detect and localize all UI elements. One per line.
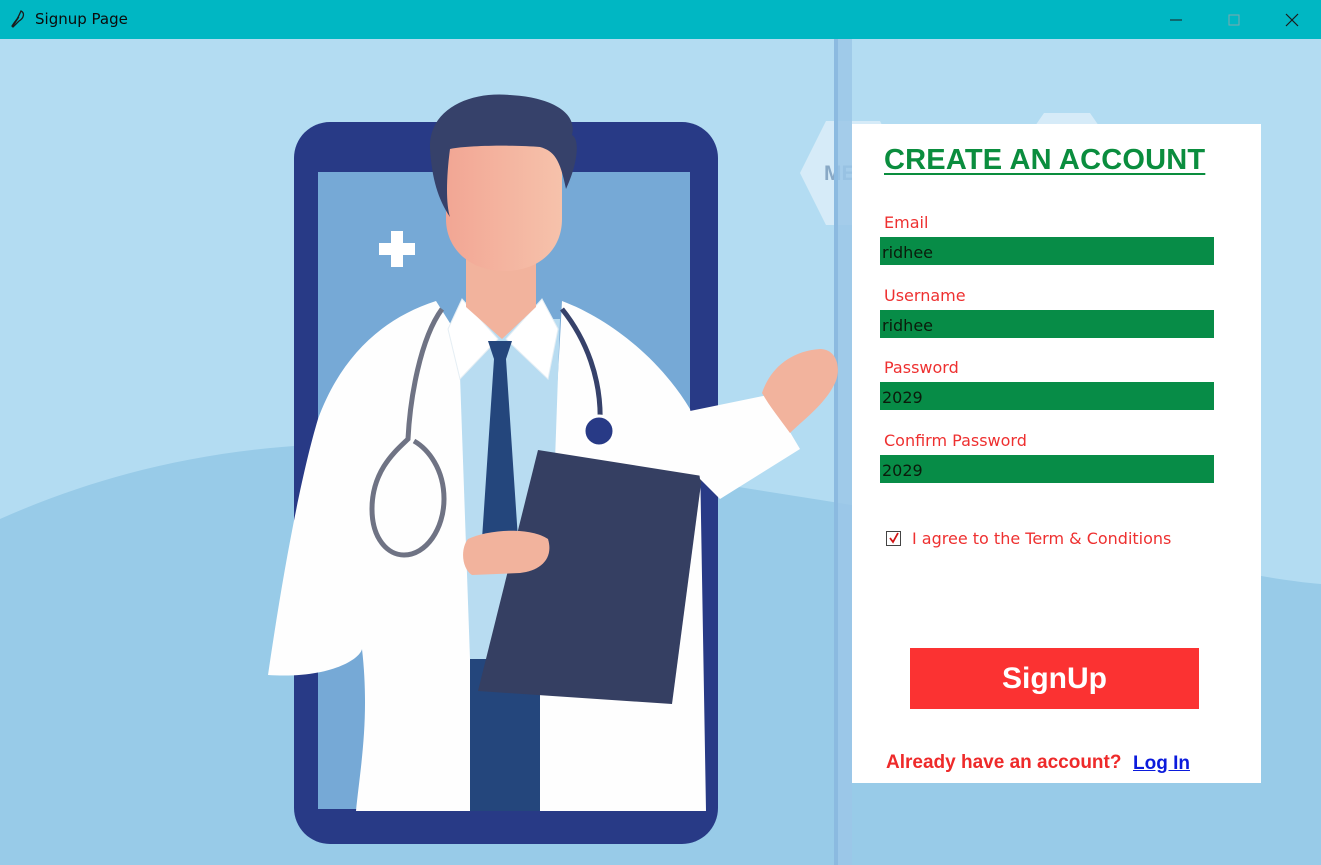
username-field[interactable] <box>880 310 1214 338</box>
title-bar: Signup Page <box>0 0 1321 39</box>
confirm-password-label: Confirm Password <box>884 431 1027 450</box>
login-link[interactable]: Log In <box>1133 753 1190 775</box>
signup-button[interactable]: SignUp <box>910 648 1199 709</box>
content-area: ME <box>0 39 1321 865</box>
password-label: Password <box>884 358 959 377</box>
email-field[interactable] <box>880 237 1214 265</box>
password-field[interactable] <box>880 382 1214 410</box>
signup-form-card: CREATE AN ACCOUNT Email Username Passwor… <box>852 124 1261 783</box>
terms-label: I agree to the Term & Conditions <box>912 529 1172 548</box>
window-title: Signup Page <box>35 10 128 28</box>
already-account-text: Already have an account? <box>886 752 1122 773</box>
close-button[interactable] <box>1263 0 1321 39</box>
feather-icon <box>9 10 27 28</box>
minimize-icon <box>1170 19 1182 21</box>
maximize-icon <box>1228 14 1240 26</box>
maximize-button[interactable] <box>1205 0 1263 39</box>
close-icon <box>1285 13 1299 27</box>
checkmark-icon <box>889 532 899 544</box>
username-label: Username <box>884 286 966 305</box>
email-label: Email <box>884 213 929 232</box>
minimize-button[interactable] <box>1147 0 1205 39</box>
form-heading: CREATE AN ACCOUNT <box>884 144 1206 176</box>
confirm-password-field[interactable] <box>880 455 1214 483</box>
terms-checkbox[interactable] <box>886 531 901 546</box>
